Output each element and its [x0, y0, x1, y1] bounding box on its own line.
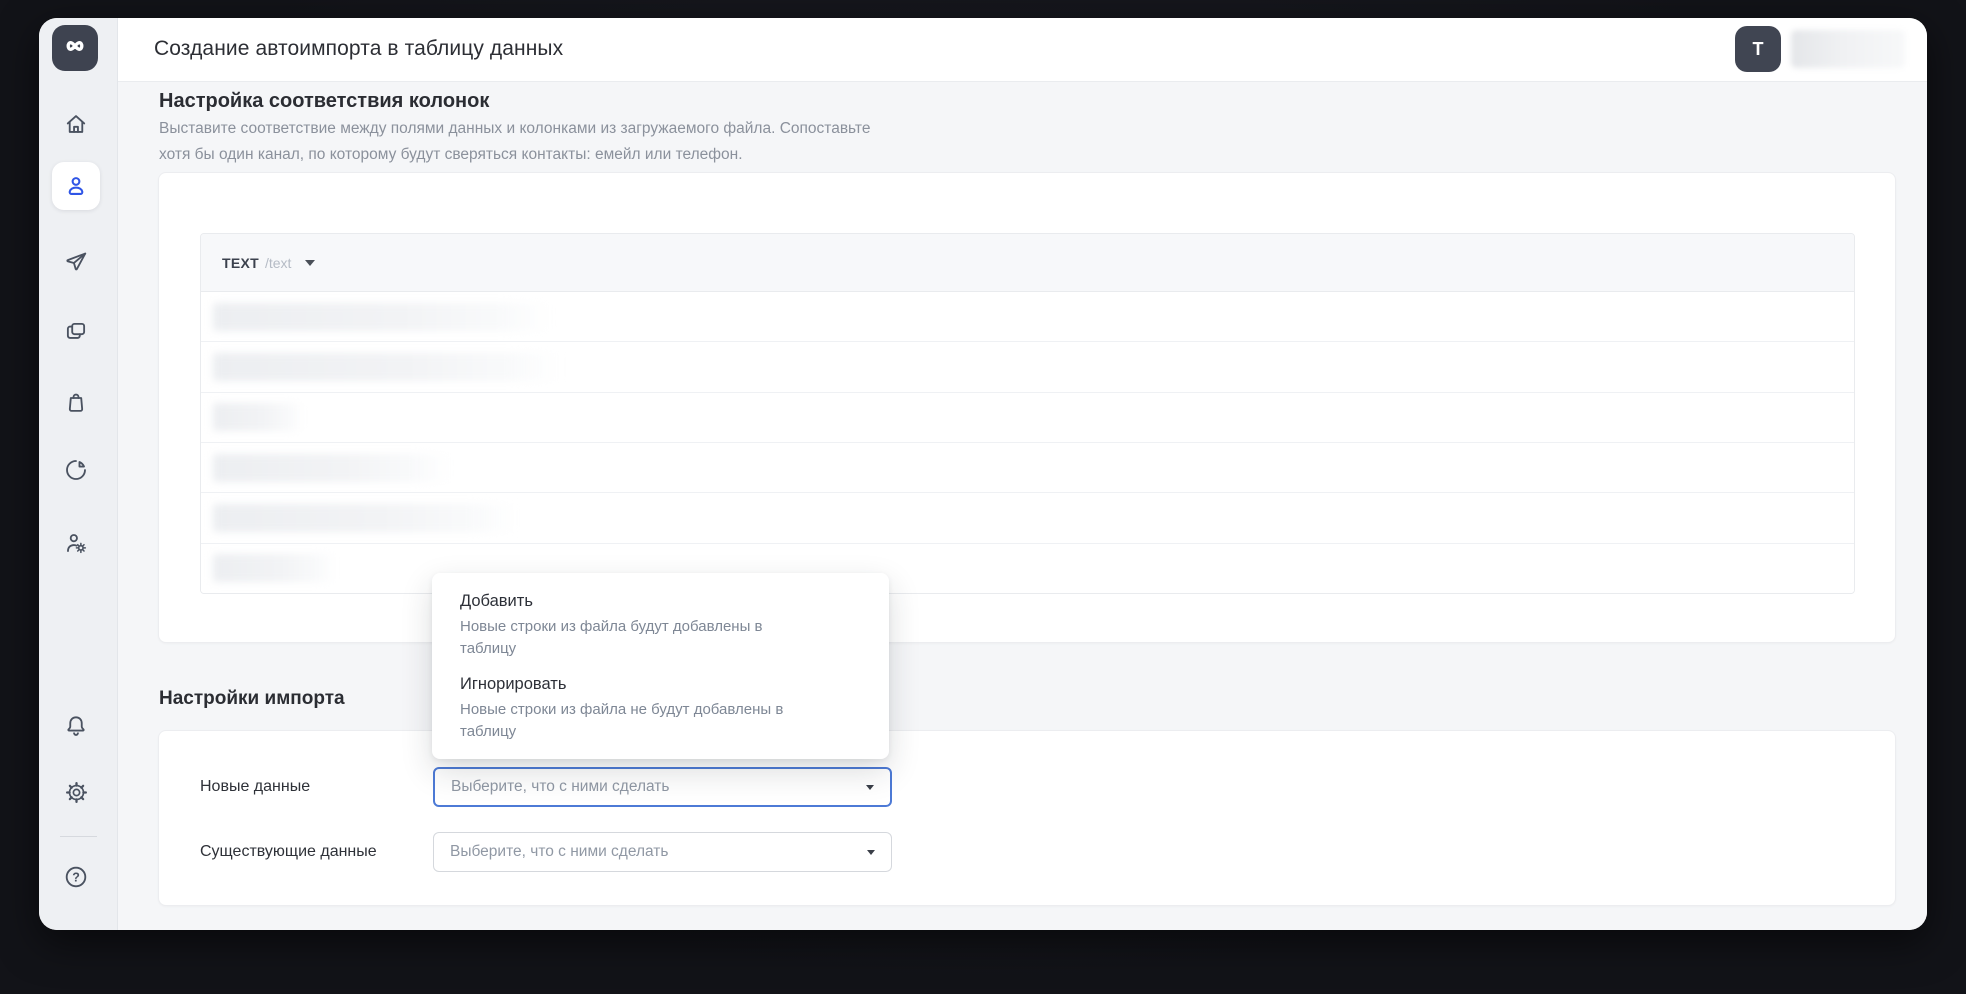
import-settings-card: Новые данные Выберите, что с ними сделат…: [158, 730, 1896, 906]
new-data-label: Новые данные: [200, 778, 310, 796]
sidebar-item-settings[interactable]: [52, 768, 100, 816]
redacted-cell: [213, 303, 553, 331]
user-menu[interactable]: T: [1735, 26, 1905, 72]
new-data-select[interactable]: Выберите, что с ними сделать: [433, 767, 892, 807]
avatar-letter: T: [1753, 39, 1764, 60]
sidebar-item-contacts[interactable]: [52, 162, 100, 210]
table-row: [201, 393, 1854, 443]
option-title: Добавить: [460, 592, 861, 611]
option-description: Новые строки из файла будут добавлены в …: [460, 616, 861, 660]
redacted-cell: [213, 353, 562, 381]
select-options-popup: Добавить Новые строки из файла будут доб…: [432, 573, 889, 759]
sidebar: ?: [39, 18, 118, 930]
table-row: [201, 292, 1854, 342]
user-name-redacted: [1791, 30, 1905, 68]
select-placeholder: Выберите, что с ними сделать: [451, 778, 866, 796]
option-description: Новые строки из файла не будут добавлены…: [460, 699, 861, 743]
gear-icon: [64, 780, 89, 805]
page-title: Создание автоимпорта в таблицу данных: [154, 37, 563, 61]
user-gear-icon: [63, 530, 89, 556]
sidebar-item-templates[interactable]: [52, 308, 100, 356]
mapping-section-heading: Настройка соответствия колонок: [159, 90, 489, 113]
home-icon: [63, 111, 89, 137]
existing-data-select[interactable]: Выберите, что с ними сделать: [433, 832, 892, 872]
select-placeholder: Выберите, что с ними сделать: [450, 843, 867, 861]
redacted-cell: [213, 554, 336, 582]
main-content: Настройка соответствия колонок Выставите…: [118, 82, 1927, 930]
sidebar-item-help[interactable]: ?: [52, 853, 100, 901]
sidebar-divider: [60, 836, 97, 837]
avatar: T: [1735, 26, 1781, 72]
option-add[interactable]: Добавить Новые строки из файла будут доб…: [460, 592, 861, 660]
column-table: TEXT /text: [200, 233, 1855, 594]
option-ignore[interactable]: Игнорировать Новые строки из файла не бу…: [460, 675, 861, 743]
existing-data-label: Существующие данные: [200, 843, 377, 861]
bell-icon: [63, 713, 89, 739]
knot-logo-icon: [61, 32, 89, 65]
table-row: [201, 443, 1854, 493]
redacted-cell: [213, 454, 451, 482]
chevron-down-icon: [305, 260, 315, 266]
sidebar-item-analytics[interactable]: [52, 446, 100, 494]
redacted-cell: [213, 504, 517, 532]
column-field-dropdown[interactable]: TEXT /text: [201, 234, 1854, 292]
chevron-down-icon: [866, 785, 874, 790]
field-type-label: /text: [265, 255, 291, 271]
top-bar: Создание автоимпорта в таблицу данных T: [118, 18, 1927, 82]
chevron-down-icon: [867, 850, 875, 855]
table-rows: [201, 292, 1854, 593]
pie-chart-icon: [63, 457, 89, 483]
import-section-heading: Настройки импорта: [159, 688, 345, 710]
copy-icon: [63, 319, 89, 345]
help-icon: ?: [63, 864, 89, 890]
app-window: ? Создание автоимпорта в таблицу данных …: [39, 18, 1927, 930]
table-row: [201, 342, 1854, 392]
field-name-label: TEXT: [222, 255, 259, 271]
svg-text:?: ?: [72, 871, 80, 885]
sidebar-item-home[interactable]: [52, 100, 100, 148]
sidebar-item-shop[interactable]: [52, 378, 100, 426]
sidebar-item-campaigns[interactable]: [52, 238, 100, 286]
mapping-section-description: Выставите соответствие между полями данн…: [159, 116, 870, 168]
app-logo[interactable]: [52, 25, 98, 71]
table-row: [201, 493, 1854, 543]
sidebar-item-user-settings[interactable]: [52, 519, 100, 567]
option-title: Игнорировать: [460, 675, 861, 694]
column-mapping-card: TEXT /text: [158, 172, 1896, 643]
redacted-cell: [213, 403, 304, 431]
desktop-background: ? Создание автоимпорта в таблицу данных …: [0, 0, 1966, 994]
bag-icon: [63, 389, 89, 415]
sidebar-item-notifications[interactable]: [52, 702, 100, 750]
person-icon: [63, 173, 89, 199]
send-icon: [63, 249, 89, 275]
